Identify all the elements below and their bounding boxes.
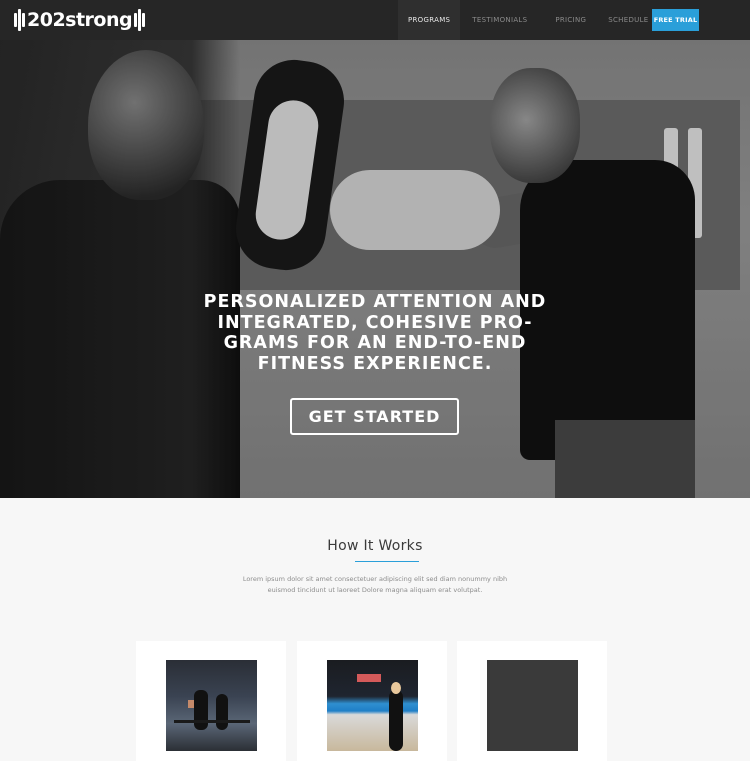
logo-text: 202strong: [27, 9, 133, 31]
nav-item-testimonials[interactable]: TESTIMONIALS: [460, 0, 539, 40]
hero-section: PERSONALIZED ATTENTION AND INTEGRATED, C…: [0, 40, 750, 498]
title-underline: [355, 561, 419, 562]
nav-item-schedule[interactable]: SCHEDULE: [602, 0, 654, 40]
nav-item-programs[interactable]: PROGRAMS: [398, 0, 461, 40]
feature-card[interactable]: [136, 641, 286, 761]
feature-card-image: [327, 660, 418, 751]
nav-item-pricing[interactable]: PRICING: [539, 0, 602, 40]
feature-card[interactable]: [457, 641, 607, 761]
section-description: Lorem ipsum dolor sit amet consectetuer …: [242, 575, 508, 594]
feature-card[interactable]: [297, 641, 447, 761]
feature-card-image: [166, 660, 257, 751]
main-menu: PROGRAMS TESTIMONIALS PRICING SCHEDULE: [398, 0, 655, 40]
logo[interactable]: 202strong: [14, 8, 146, 32]
dumbbell-left-icon: [14, 9, 25, 31]
get-started-button[interactable]: GET STARTED: [290, 398, 459, 435]
dumbbell-right-icon: [134, 9, 146, 31]
section-title: How It Works: [327, 538, 423, 554]
free-trial-button[interactable]: FREE TRIAL: [652, 9, 699, 31]
top-navbar: 202strong PROGRAMS TESTIMONIALS PRICING …: [0, 0, 750, 40]
hero-headline: PERSONALIZED ATTENTION AND INTEGRATED, C…: [203, 292, 547, 374]
feature-card-image: [487, 660, 578, 751]
